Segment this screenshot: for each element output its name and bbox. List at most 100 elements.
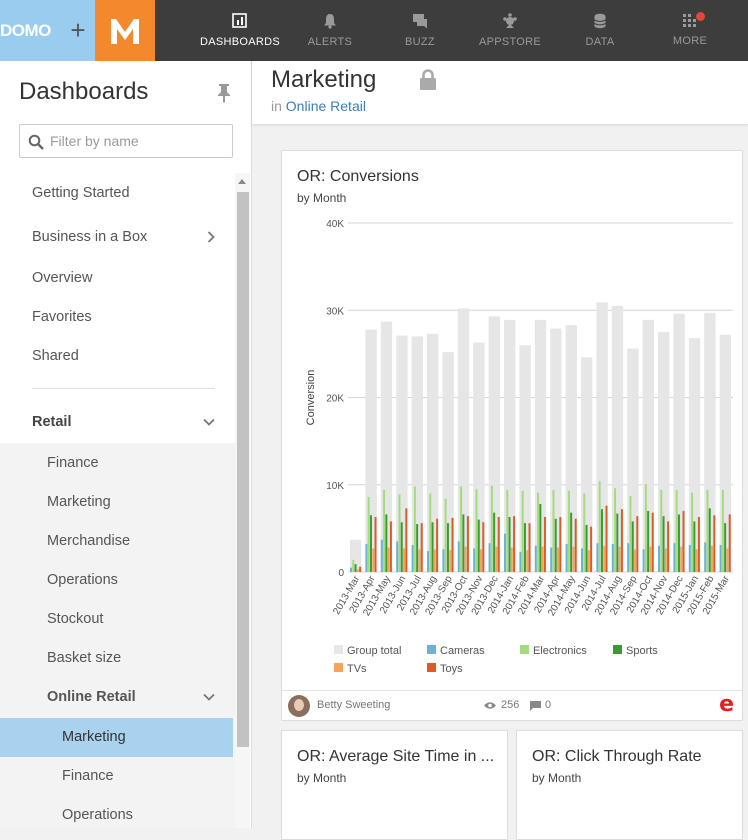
sidebar-item-finance[interactable]: Finance (47, 455, 99, 471)
bar-electronics (398, 494, 401, 572)
bar-toys (528, 523, 531, 572)
retail-submenu: Finance Marketing Merchandise Operations… (0, 443, 235, 828)
sidebar-item-online-finance[interactable]: Finance (62, 768, 114, 784)
bar-tvs (510, 547, 513, 572)
breadcrumb-prefix: in (271, 98, 282, 114)
bar-tvs (680, 546, 683, 572)
bar-tvs (403, 548, 406, 572)
bar-cameras (427, 551, 429, 572)
sidebar-item-business-in-a-box[interactable]: Business in a Box (32, 229, 215, 245)
bar-cameras (504, 533, 506, 572)
sidebar-item-merchandise[interactable]: Merchandise (47, 533, 130, 549)
bar-tvs (618, 546, 621, 572)
legend-label: Sports (626, 645, 658, 657)
sidebar-item-label: Business in a Box (32, 229, 148, 245)
eye-icon (484, 702, 496, 709)
sidebar-item-label: Retail (32, 414, 72, 430)
sidebar-item-shared[interactable]: Shared (32, 348, 79, 364)
bar-electronics (552, 489, 555, 572)
scroll-up-arrow[interactable] (238, 179, 246, 184)
nav-more[interactable]: MORE (645, 0, 735, 61)
sidebar-item-stockout[interactable]: Stockout (47, 611, 103, 627)
bar-sports (539, 503, 542, 572)
domo-logo-text: DOMO (0, 20, 51, 40)
sidebar-item-marketing[interactable]: Marketing (47, 494, 111, 510)
sidebar-item-online-marketing[interactable]: Marketing (62, 729, 126, 745)
bar-cameras (704, 542, 707, 572)
comment-icon[interactable] (530, 701, 541, 711)
card-conversions[interactable]: OR: Conversions by Month 0 10K 20K 30K 40K Co… (281, 150, 743, 721)
avatar[interactable] (288, 695, 310, 717)
sidebar-item-operations[interactable]: Operations (47, 572, 118, 588)
bar-sports (385, 514, 388, 572)
card-footer: Betty Sweeting 256 0 e (282, 690, 742, 720)
bar-cameras (550, 547, 553, 572)
bar-toys (497, 517, 500, 572)
sidebar-item-basket-size[interactable]: Basket size (47, 650, 121, 666)
bar-tvs (711, 545, 714, 572)
bar-tvs (695, 549, 698, 572)
chevron-right-icon (207, 231, 215, 243)
y-tick-label: 30K (326, 306, 344, 317)
bar-electronics (490, 485, 493, 572)
bar-toys (682, 510, 685, 572)
card-subtitle: by Month (532, 771, 582, 785)
bar-toys (543, 517, 546, 572)
nav-data[interactable]: DATA (555, 0, 645, 61)
bar-tvs (603, 545, 606, 572)
bar-electronics (429, 493, 432, 572)
bar-sports (554, 518, 557, 572)
sidebar-item-getting-started[interactable]: Getting Started (32, 185, 130, 201)
filter-box (19, 124, 233, 158)
bar-toys (574, 518, 577, 572)
card-click-through-rate[interactable]: OR: Click Through Rate by Month (516, 730, 743, 840)
bar-tvs (464, 546, 467, 572)
bar-electronics (614, 488, 617, 572)
domo-logo[interactable]: DOMO (0, 0, 61, 61)
nav-alerts[interactable]: ALERTS (285, 0, 375, 61)
bar-sports (477, 519, 480, 572)
bar-tvs (387, 547, 390, 572)
chevron-down-icon (203, 693, 215, 701)
bar-toys (451, 517, 454, 572)
card-owner[interactable]: Betty Sweeting (317, 699, 390, 711)
legend-swatch (427, 645, 436, 654)
bar-tvs (356, 569, 359, 572)
nav-appstore[interactable]: APPSTORE (465, 0, 555, 61)
bar-electronics (706, 489, 709, 572)
bar-toys (420, 523, 423, 572)
card-average-site-time[interactable]: OR: Average Site Time in ... by Month (281, 730, 508, 840)
nav-dashboards[interactable]: DASHBOARDS (195, 0, 285, 61)
bar-sports (400, 522, 403, 572)
legend-label: TVs (347, 663, 367, 675)
bar-toys (374, 517, 377, 572)
filter-input[interactable] (50, 130, 225, 152)
pin-icon[interactable] (216, 83, 232, 103)
scrollbar-thumb[interactable] (237, 192, 249, 747)
bar-electronics (691, 492, 694, 572)
database-icon (594, 13, 606, 29)
notification-dot (696, 12, 705, 21)
bar-cameras (350, 567, 352, 572)
sidebar-item-retail[interactable]: Retail (32, 414, 215, 430)
bar-tvs (526, 550, 529, 572)
sidebar-item-online-retail[interactable]: Online Retail (47, 689, 215, 705)
sidebar-item-favorites[interactable]: Favorites (32, 309, 92, 325)
bar-sports (508, 517, 511, 572)
bar-toys (590, 526, 593, 572)
bar-cameras (673, 543, 676, 572)
bar-cameras (596, 543, 599, 572)
domo-e-icon[interactable]: e (719, 694, 734, 716)
legend-swatch (520, 645, 529, 654)
bar-toys (359, 566, 362, 572)
bar-sports (600, 509, 603, 572)
nav-buzz[interactable]: BUZZ (375, 0, 465, 61)
lock-icon[interactable] (419, 69, 437, 91)
brand-m-logo[interactable] (95, 0, 155, 61)
sidebar-item-overview[interactable]: Overview (32, 270, 92, 286)
bar-toys (405, 508, 408, 572)
appstore-icon (503, 13, 517, 28)
bar-tvs (449, 550, 452, 572)
sidebar-item-online-operations[interactable]: Operations (62, 807, 133, 823)
breadcrumb-link-online-retail[interactable]: Online Retail (286, 98, 366, 114)
